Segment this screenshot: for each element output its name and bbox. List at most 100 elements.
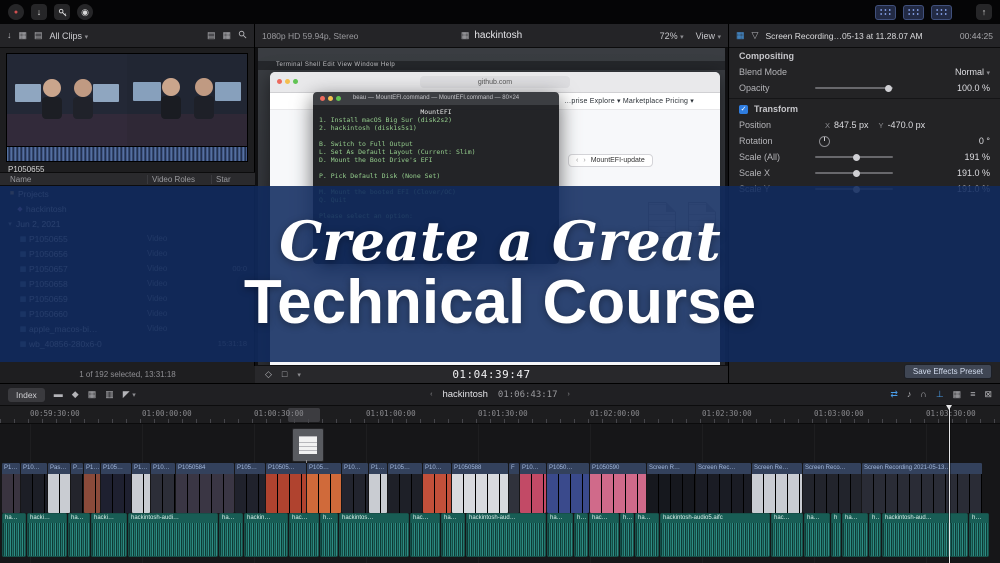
column-video-roles[interactable]: Video Roles <box>147 175 211 184</box>
clip-filter-dropdown[interactable]: All Clips ▾ <box>50 31 89 41</box>
timeline-video-clip[interactable]: P1… <box>369 463 387 513</box>
timeline-audio-clip[interactable]: hackintosh-aud… <box>466 513 546 557</box>
timeline-video-clip[interactable]: P1… <box>2 463 20 513</box>
timeline-video-clip[interactable]: P10… <box>423 463 451 513</box>
timeline-audio-clip[interactable]: h… <box>869 513 881 557</box>
media-import-icon[interactable]: ↓ <box>7 31 12 40</box>
keyword-icon[interactable]: ▤ <box>34 31 43 40</box>
timeline-audio-clip[interactable]: ha… <box>547 513 573 557</box>
timeline-audio-clip[interactable]: hackintos… <box>339 513 409 557</box>
timeline-audio-clip[interactable]: hackintosh-aud… <box>882 513 968 557</box>
previous-project-icon[interactable]: ‹ <box>430 391 432 398</box>
timeline-video-clip[interactable]: P105… <box>101 463 131 513</box>
workspace-layout-3-icon[interactable] <box>931 5 952 20</box>
timeline-audio-clip[interactable]: ha… <box>842 513 868 557</box>
column-start[interactable]: Star <box>211 175 255 184</box>
marker-tool-icon[interactable]: ◆ <box>72 390 79 399</box>
share-icon[interactable]: ↑ <box>976 4 992 20</box>
audio-skimming-icon[interactable]: ♪ <box>907 390 912 399</box>
timeline-video-clip[interactable]: P105… <box>307 463 341 513</box>
crop-tool-icon[interactable]: □ <box>282 370 287 379</box>
timeline-audio-clip[interactable]: h <box>831 513 841 557</box>
timeline-video-clip[interactable]: Screen R… <box>647 463 695 513</box>
timeline-video-clip[interactable]: P10505… <box>266 463 306 513</box>
scale-x-slider[interactable] <box>815 172 893 174</box>
skimming-icon[interactable]: ⇄ <box>890 390 898 399</box>
timeline-video-clip[interactable]: P… <box>71 463 83 513</box>
compositing-section-header[interactable]: Compositing <box>729 48 1000 64</box>
scale-all-slider[interactable] <box>815 156 893 158</box>
timeline-video-clip[interactable]: P10… <box>21 463 47 513</box>
opacity-slider[interactable] <box>815 87 893 89</box>
timeline-audio-clip[interactable]: h… <box>620 513 634 557</box>
timeline-audio-clip[interactable]: h… <box>969 513 989 557</box>
slider-thumb[interactable] <box>853 170 860 177</box>
download-icon[interactable]: ↓ <box>31 4 47 20</box>
position-x-value[interactable]: 847.5 px <box>834 120 869 130</box>
timeline-video-clip[interactable]: P10… <box>342 463 368 513</box>
timeline-video-clip[interactable]: Screen Recording 2021-05-13… <box>862 463 982 513</box>
select-tool-icon[interactable]: ◤ ▾ <box>123 390 136 399</box>
timeline-video-clip[interactable]: P1… <box>132 463 150 513</box>
timeline-audio-clip[interactable]: hackintosh-audio5.aifc <box>660 513 770 557</box>
timeline-video-clip[interactable]: P105… <box>388 463 422 513</box>
transform-tool-icon[interactable]: ◇ <box>265 370 272 379</box>
blend-mode-dropdown[interactable]: Normal ▾ <box>955 67 990 77</box>
timeline-index-icon[interactable]: ≡ <box>970 390 975 399</box>
timeline-audio-clip[interactable]: ha… <box>804 513 830 557</box>
snapping-icon[interactable]: ⊥ <box>936 390 944 399</box>
timeline-video-clip[interactable]: P1050… <box>547 463 589 513</box>
connected-clip[interactable] <box>292 428 324 462</box>
timeline-video-clip[interactable]: Pas… <box>48 463 70 513</box>
timeline-video-clip[interactable]: P105… <box>235 463 265 513</box>
workspace-layout-2-icon[interactable] <box>903 5 924 20</box>
timeline-video-clip[interactable]: P10… <box>151 463 175 513</box>
timeline-audio-clip[interactable]: hackintosh-audi… <box>128 513 218 557</box>
scale-x-value[interactable]: 191.0 % <box>957 168 990 178</box>
transform-section-header[interactable]: ✓ Transform <box>729 101 1000 117</box>
filter-icon[interactable]: ▽ <box>752 31 759 40</box>
timeline-audio-clip[interactable]: ha… <box>2 513 26 557</box>
timeline-video-clip[interactable]: P1050590 <box>590 463 646 513</box>
timeline-video-clip[interactable]: P1… <box>84 463 100 513</box>
photos-audio-icon[interactable]: ▦ <box>19 31 28 40</box>
timeline-audio-clip[interactable]: hacki… <box>27 513 67 557</box>
timeline-audio-clip[interactable]: h… <box>574 513 588 557</box>
key-icon[interactable] <box>54 4 70 20</box>
media-browser-icon[interactable]: ⊠ <box>984 390 992 399</box>
scale-all-value[interactable]: 191 % <box>964 152 990 162</box>
selected-clip-filmstrip[interactable]: P1050655 <box>6 53 248 174</box>
timeline-audio-clip[interactable]: ha… <box>219 513 243 557</box>
index-button[interactable]: Index <box>8 388 45 402</box>
column-name[interactable]: Name <box>0 175 147 184</box>
timeline-audio-clip[interactable]: hac… <box>289 513 319 557</box>
timeline-video-clip[interactable]: Screen Re… <box>752 463 802 513</box>
workspace-layout-1-icon[interactable] <box>875 5 896 20</box>
list-view-icon[interactable]: ▤ <box>207 31 216 40</box>
next-project-icon[interactable]: › <box>568 391 570 398</box>
timeline-audio-clip[interactable]: h… <box>320 513 338 557</box>
view-dropdown[interactable]: View ▾ <box>696 31 721 41</box>
filmstrip-view-icon[interactable]: ▦ <box>222 31 231 40</box>
timeline-audio-clip[interactable]: hac… <box>410 513 440 557</box>
timeline-video-clip[interactable]: P1050588 <box>452 463 508 513</box>
timeline-video-clip[interactable]: P1050584 <box>176 463 234 513</box>
timeline-audio-clip[interactable]: hac… <box>589 513 619 557</box>
video-inspector-tab-icon[interactable]: ▦ <box>736 31 745 40</box>
timeline-audio-clip[interactable]: hacki… <box>91 513 127 557</box>
timeline-video-clip[interactable]: F <box>509 463 519 513</box>
effects-browser-icon[interactable]: ▦ <box>953 390 962 399</box>
timeline-audio-clip[interactable]: ha… <box>68 513 90 557</box>
solo-icon[interactable]: ∩ <box>920 390 926 399</box>
timeline-audio-clip[interactable]: hackin… <box>244 513 288 557</box>
timeline-video-clip[interactable]: Screen Rec… <box>696 463 751 513</box>
slider-thumb[interactable] <box>885 85 892 92</box>
capture-icon[interactable]: ◉ <box>77 4 93 20</box>
slider-thumb[interactable] <box>853 154 860 161</box>
storyline-tool-icon[interactable]: ▬ <box>54 390 63 399</box>
timeline-audio-clip[interactable]: ha… <box>441 513 465 557</box>
rotation-value[interactable]: 0 ° <box>979 136 990 146</box>
timeline-video-clip[interactable]: P10… <box>520 463 546 513</box>
timeline-audio-clip[interactable]: ha… <box>635 513 659 557</box>
rotation-dial[interactable] <box>819 136 830 147</box>
